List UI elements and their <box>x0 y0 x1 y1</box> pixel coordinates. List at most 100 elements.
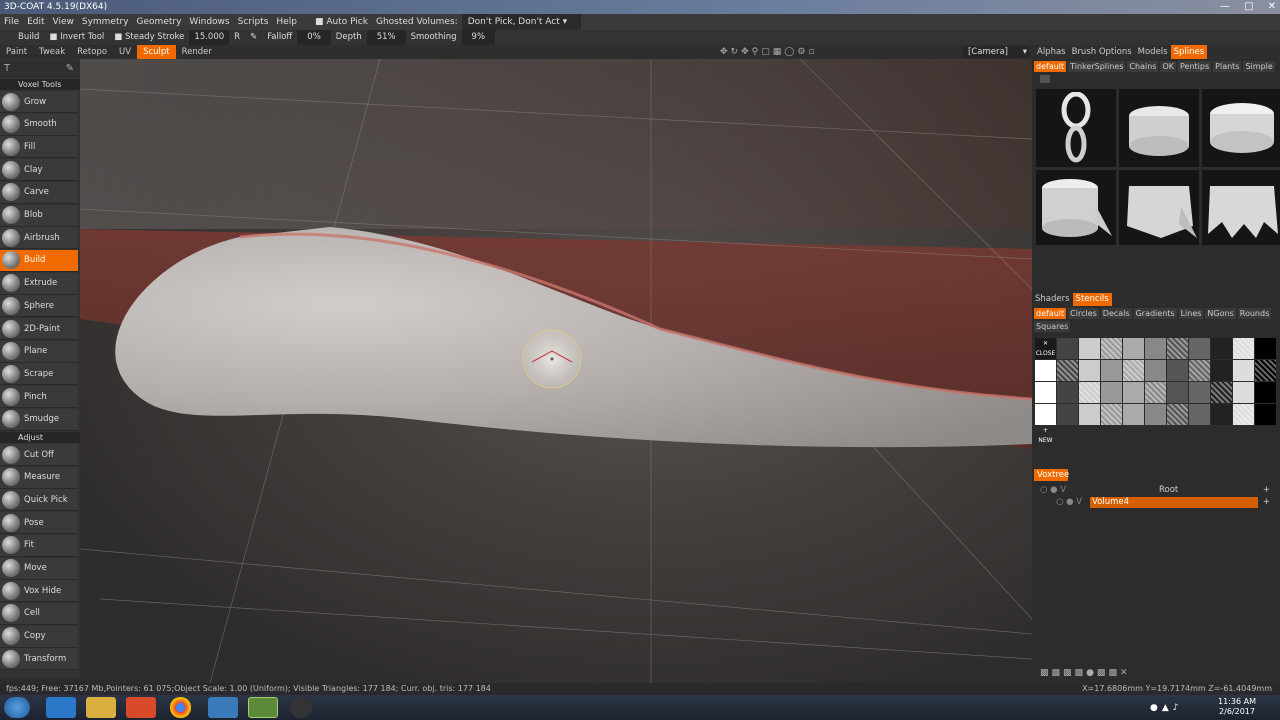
obs-icon[interactable] <box>290 697 312 718</box>
stencil-swatch[interactable] <box>1255 404 1276 425</box>
tab-sculpt[interactable]: Sculpt <box>137 45 176 59</box>
steady-stroke-value[interactable]: 15.000 <box>189 30 230 45</box>
tool-copy[interactable]: Copy <box>0 625 78 648</box>
section-adjust[interactable]: Adjust <box>0 432 80 443</box>
tool-measure[interactable]: Measure <box>0 466 78 489</box>
stencil-swatch[interactable] <box>1123 360 1144 381</box>
spline-tab-tinkersplines[interactable]: TinkerSplines <box>1068 61 1126 72</box>
stencil-swatch[interactable] <box>1189 338 1210 359</box>
tool-smooth[interactable]: Smooth <box>0 113 78 136</box>
stencil-swatch[interactable] <box>1145 338 1166 359</box>
tool-blob[interactable]: Blob <box>0 204 78 227</box>
stencil-tab-decals[interactable]: Decals <box>1100 308 1132 319</box>
stencil-swatch[interactable] <box>1211 338 1232 359</box>
auto-pick-checkbox[interactable]: ■ Auto Pick <box>311 14 372 30</box>
stencil-swatch[interactable] <box>1233 338 1254 359</box>
stencil-swatch[interactable] <box>1057 404 1078 425</box>
spline-tab-default[interactable]: default <box>1034 61 1067 72</box>
spline-thumb-scaled-disc[interactable] <box>1202 89 1280 167</box>
network-icon[interactable]: ▲ <box>1162 703 1169 713</box>
voxtree-volume-row[interactable]: ○ ● V Volume4 + <box>1056 497 1272 509</box>
menu-file[interactable]: File <box>0 14 23 30</box>
volume-visibility-icon[interactable]: ○ ● V <box>1056 497 1082 507</box>
stencil-swatch[interactable] <box>1079 382 1100 403</box>
stencil-swatch[interactable] <box>1101 360 1122 381</box>
frame-icon[interactable]: ▢ <box>761 47 770 57</box>
stencil-swatch[interactable] <box>1035 404 1056 425</box>
add-spline-icon[interactable] <box>1040 75 1050 83</box>
tool-pinch[interactable]: Pinch <box>0 386 78 409</box>
tool-scrape[interactable]: Scrape <box>0 363 78 386</box>
stencil-swatch[interactable] <box>1145 382 1166 403</box>
stencil-swatch[interactable] <box>1123 382 1144 403</box>
stencil-swatch[interactable] <box>1233 360 1254 381</box>
stencil-swatch[interactable] <box>1101 382 1122 403</box>
spline-thumb-cylinder-spike[interactable] <box>1036 170 1116 245</box>
stencil-swatch[interactable] <box>1079 338 1100 359</box>
zoom-icon[interactable]: ⚲ <box>752 47 759 57</box>
stencil-tab-squares[interactable]: Squares <box>1034 321 1071 332</box>
tab-models[interactable]: Models <box>1135 45 1171 59</box>
tab-voxtree[interactable]: Voxtree <box>1034 469 1069 481</box>
stencil-swatch[interactable] <box>1057 382 1078 403</box>
viewport[interactable] <box>80 59 1032 683</box>
tool-vox-hide[interactable]: Vox Hide <box>0 580 78 603</box>
spline-thumb-crystal[interactable] <box>1119 170 1199 245</box>
stencil-swatch[interactable] <box>1167 360 1188 381</box>
depth-value[interactable]: 51% <box>366 30 406 45</box>
spline-tab-plants[interactable]: Plants <box>1213 61 1242 72</box>
delete-icon[interactable]: ▩ <box>1063 668 1072 679</box>
stencil-swatch[interactable] <box>1145 360 1166 381</box>
stencil-swatch[interactable] <box>1167 338 1188 359</box>
stencil-swatch[interactable] <box>1189 404 1210 425</box>
invert-tool-checkbox[interactable]: ■ Invert Tool <box>44 30 109 45</box>
menu-symmetry[interactable]: Symmetry <box>78 14 133 30</box>
rotate-icon[interactable]: ↻ <box>731 47 739 57</box>
menu-edit[interactable]: Edit <box>23 14 48 30</box>
falloff-value[interactable]: 0% <box>297 30 331 45</box>
minimize-icon[interactable]: — <box>1220 0 1230 14</box>
tab-retopo[interactable]: Retopo <box>71 45 113 59</box>
tool-carve[interactable]: Carve <box>0 181 78 204</box>
start-icon[interactable] <box>4 697 30 718</box>
tool-cell[interactable]: Cell <box>0 602 78 625</box>
steady-stroke-checkbox[interactable]: ■ Steady Stroke <box>109 30 189 45</box>
stencil-swatch[interactable] <box>1101 404 1122 425</box>
stencil-swatch[interactable] <box>1211 404 1232 425</box>
add-volume-icon[interactable]: + <box>1263 485 1270 495</box>
tool-grow[interactable]: Grow <box>0 91 78 113</box>
add-child-icon[interactable]: + <box>1263 497 1270 507</box>
media-icon[interactable] <box>126 697 156 718</box>
menu-scripts[interactable]: Scripts <box>234 14 273 30</box>
stencil-swatch[interactable] <box>1057 360 1078 381</box>
menu-help[interactable]: Help <box>272 14 301 30</box>
spline-tab-ok[interactable]: OK <box>1160 61 1176 72</box>
volume-icon[interactable]: ♪ <box>1173 703 1179 713</box>
stencil-swatch[interactable] <box>1101 338 1122 359</box>
ie-icon[interactable] <box>46 697 76 718</box>
stencil-tab-rounds[interactable]: Rounds <box>1237 308 1272 319</box>
tool-fill[interactable]: Fill <box>0 136 78 159</box>
stencil-swatch[interactable] <box>1233 404 1254 425</box>
settings-icon[interactable]: ⚙ <box>797 47 805 57</box>
stencil-swatch[interactable] <box>1189 360 1210 381</box>
tool-sphere[interactable]: Sphere <box>0 295 78 318</box>
stencil-swatch[interactable] <box>1167 382 1188 403</box>
merge-icon[interactable]: ▩ <box>1052 668 1061 679</box>
voxtree-root-row[interactable]: ○ ● V Root + <box>1040 485 1272 497</box>
hide-icon[interactable]: ● <box>1086 668 1094 679</box>
smoothing-value[interactable]: 9% <box>461 30 496 45</box>
tab-uv[interactable]: UV <box>113 45 137 59</box>
tool-smudge[interactable]: Smudge <box>0 408 78 431</box>
stencil-swatch[interactable] <box>1255 360 1276 381</box>
stencil-swatch[interactable] <box>1123 338 1144 359</box>
export-icon[interactable]: ▩ <box>1108 668 1117 679</box>
stencil-tab-circles[interactable]: Circles <box>1068 308 1099 319</box>
spline-tab-chains[interactable]: Chains <box>1127 61 1159 72</box>
tool-move[interactable]: Move <box>0 557 78 580</box>
tab-paint[interactable]: Paint <box>0 45 33 59</box>
camera-select[interactable]: [Camera] ▾ <box>962 46 1030 58</box>
tool-airbrush[interactable]: Airbrush <box>0 227 78 250</box>
tab-stencils[interactable]: Stencils <box>1072 293 1112 306</box>
clone-icon[interactable]: ▩ <box>1075 668 1084 679</box>
